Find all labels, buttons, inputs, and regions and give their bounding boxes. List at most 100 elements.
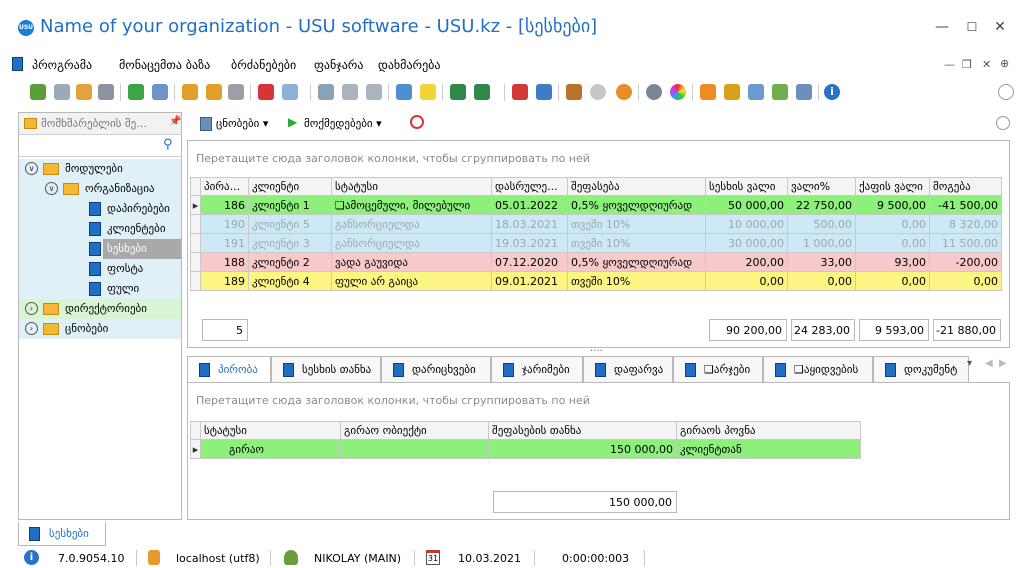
tab-scroll-left-icon[interactable]: ◀ (985, 358, 993, 369)
cell-debt-percent[interactable]: 22 750,00 (787, 195, 856, 215)
tree-item-promises[interactable]: დაპირებები (19, 199, 181, 219)
expand-icon[interactable]: › (25, 322, 38, 335)
tab-scroll-right-icon[interactable]: ▶ (999, 358, 1007, 369)
cell-collateral-object[interactable] (340, 439, 489, 459)
cell-profit[interactable]: -200,00 (929, 252, 1002, 272)
cell-loan-debt[interactable]: 200,00 (705, 252, 788, 272)
split-icon[interactable] (318, 84, 334, 100)
mdi-minimize-icon[interactable]: — (944, 58, 955, 71)
cell-appraisal-amount[interactable]: 150 000,00 (488, 439, 677, 459)
cell-client[interactable]: კლიენტი 4 (248, 271, 332, 291)
info-icon[interactable]: i (824, 84, 840, 100)
tree-item-clients[interactable]: კლიენტები (19, 219, 181, 239)
column-header-id[interactable]: პირა... (200, 177, 249, 196)
image-icon[interactable] (282, 84, 298, 100)
tab-expenses[interactable]: ❑არჯები (673, 356, 763, 382)
cell-status[interactable]: განსორციელდა (331, 233, 492, 253)
add-row-icon[interactable] (396, 84, 412, 100)
gear-icon[interactable] (646, 84, 662, 100)
menu-help[interactable]: დახმარება (378, 58, 441, 72)
cell-status[interactable]: ❑ამოცემული, მილებული (331, 195, 492, 215)
table-row[interactable]: 189 კლიენტი 4 ფული არ გაიცა 09.01.2021 თ… (190, 271, 1002, 291)
window-tab-loans[interactable]: სესხები (18, 522, 106, 546)
tree-item-money[interactable]: ფული (19, 279, 181, 299)
maximize-icon[interactable]: ☐ (962, 18, 982, 36)
mdi-collapse-icon[interactable]: ⊕ (1000, 57, 1009, 70)
cell-status[interactable]: გირაო (200, 439, 341, 459)
collapse-icon[interactable]: ∨ (25, 162, 38, 175)
cell-id[interactable]: 190 (200, 214, 249, 234)
table-row[interactable]: ▸ 186 კლიენტი 1 ❑ამოცემული, მილებული 05.… (190, 195, 1002, 215)
column-header-end-date[interactable]: დასრულე... (491, 177, 568, 196)
tab-repayment[interactable]: დაფარვა (583, 356, 673, 382)
color-wheel-icon[interactable] (670, 84, 686, 100)
cell-status[interactable]: ფული არ გაიცა (331, 271, 492, 291)
tab-penalties[interactable]: ჯარიმები (491, 356, 583, 382)
cell-profit[interactable]: -41 500,00 (929, 195, 1002, 215)
tree-item-modules[interactable]: ∨ მოდულები (19, 159, 181, 179)
cell-end-date[interactable]: 19.03.2021 (491, 233, 568, 253)
cell-id[interactable]: 188 (200, 252, 249, 272)
table-row[interactable]: 190 კლიენტი 5 განსორციელდა 18.03.2021 თვ… (190, 214, 1002, 234)
menu-program[interactable]: პროგრამა (32, 58, 92, 72)
cell-profit[interactable]: 11 500,00 (929, 233, 1002, 253)
cell-status[interactable]: განსორციელდა (331, 214, 492, 234)
tree-item-organization[interactable]: ∨ ორგანიზაცია (19, 179, 181, 199)
cell-debt-percent[interactable]: 500,00 (787, 214, 856, 234)
column-header-fee-debt[interactable]: ქაფის ვალი (855, 177, 930, 196)
search-icon[interactable]: ⚲ (163, 137, 173, 152)
cell-fee-debt[interactable]: 0,00 (855, 271, 930, 291)
tab-purchases[interactable]: ❑აყიდვების (763, 356, 873, 382)
edit-icon[interactable] (76, 84, 92, 100)
cell-rate[interactable]: თვეში 10% (567, 271, 706, 291)
cell-debt-percent[interactable]: 1 000,00 (787, 233, 856, 253)
window-icon[interactable] (536, 84, 552, 100)
column-header-client[interactable]: კლიენტი (248, 177, 332, 196)
note-icon[interactable] (420, 84, 436, 100)
flag-icon[interactable] (258, 84, 274, 100)
column-header-status[interactable]: სტატუსი (331, 177, 492, 196)
reload-icon[interactable] (128, 84, 144, 100)
refresh-icon[interactable] (30, 84, 46, 100)
cell-debt-percent[interactable]: 0,00 (787, 271, 856, 291)
close-icon[interactable]: ✕ (990, 18, 1010, 36)
exit-icon[interactable] (566, 84, 582, 100)
cell-client[interactable]: კლიენტი 1 (248, 195, 332, 215)
cell-fee-debt[interactable]: 9 500,00 (855, 195, 930, 215)
collapse-all-icon[interactable] (366, 84, 382, 100)
user-icon[interactable] (748, 84, 764, 100)
cell-fee-debt[interactable]: 0,00 (855, 233, 930, 253)
excel-export-icon[interactable] (450, 84, 466, 100)
filter-icon[interactable] (182, 84, 198, 100)
cell-loan-debt[interactable]: 50 000,00 (705, 195, 788, 215)
tab-list-dropdown-icon[interactable]: ▾ (967, 358, 972, 369)
cell-status[interactable]: ვადა გაუვიდა (331, 252, 492, 272)
cell-end-date[interactable]: 07.12.2020 (491, 252, 568, 272)
menu-database[interactable]: მონაცემთა ბაზა (119, 58, 210, 72)
cell-client[interactable]: კლიენტი 3 (248, 233, 332, 253)
table-row[interactable]: 188 კლიენტი 2 ვადა გაუვიდა 07.12.2020 0,… (190, 252, 1002, 272)
column-header-collateral-object[interactable]: გირაო ობიექტი (340, 421, 489, 440)
tree-item-loans[interactable]: სესხები (19, 239, 181, 259)
mdi-restore-icon[interactable]: ❐ (962, 58, 972, 71)
cell-profit[interactable]: 0,00 (929, 271, 1002, 291)
cell-collateral-location[interactable]: კლიენტთან (676, 439, 861, 459)
tab-accruals[interactable]: დარიცხვები (381, 356, 491, 382)
actions-dropdown[interactable]: მოქმედებები ▾ (304, 117, 382, 130)
cell-end-date[interactable]: 05.01.2022 (491, 195, 568, 215)
cell-rate[interactable]: თვეში 10% (567, 233, 706, 253)
tree-item-directories[interactable]: › დირექტორიები (19, 299, 181, 319)
reports-dropdown[interactable]: ცნობები ▾ (216, 117, 268, 130)
expand-all-icon[interactable] (342, 84, 358, 100)
cell-debt-percent[interactable]: 33,00 (787, 252, 856, 272)
filter-add-icon[interactable] (206, 84, 222, 100)
column-header-collateral-location[interactable]: გირაოს პოვნა (676, 421, 861, 440)
lock-icon[interactable] (724, 84, 740, 100)
forward-icon[interactable] (590, 84, 606, 100)
cell-loan-debt[interactable]: 0,00 (705, 271, 788, 291)
rss-icon[interactable] (700, 84, 716, 100)
delete-icon[interactable] (98, 84, 114, 100)
cell-rate[interactable]: თვეში 10% (567, 214, 706, 234)
cell-id[interactable]: 191 (200, 233, 249, 253)
cell-loan-debt[interactable]: 10 000,00 (705, 214, 788, 234)
